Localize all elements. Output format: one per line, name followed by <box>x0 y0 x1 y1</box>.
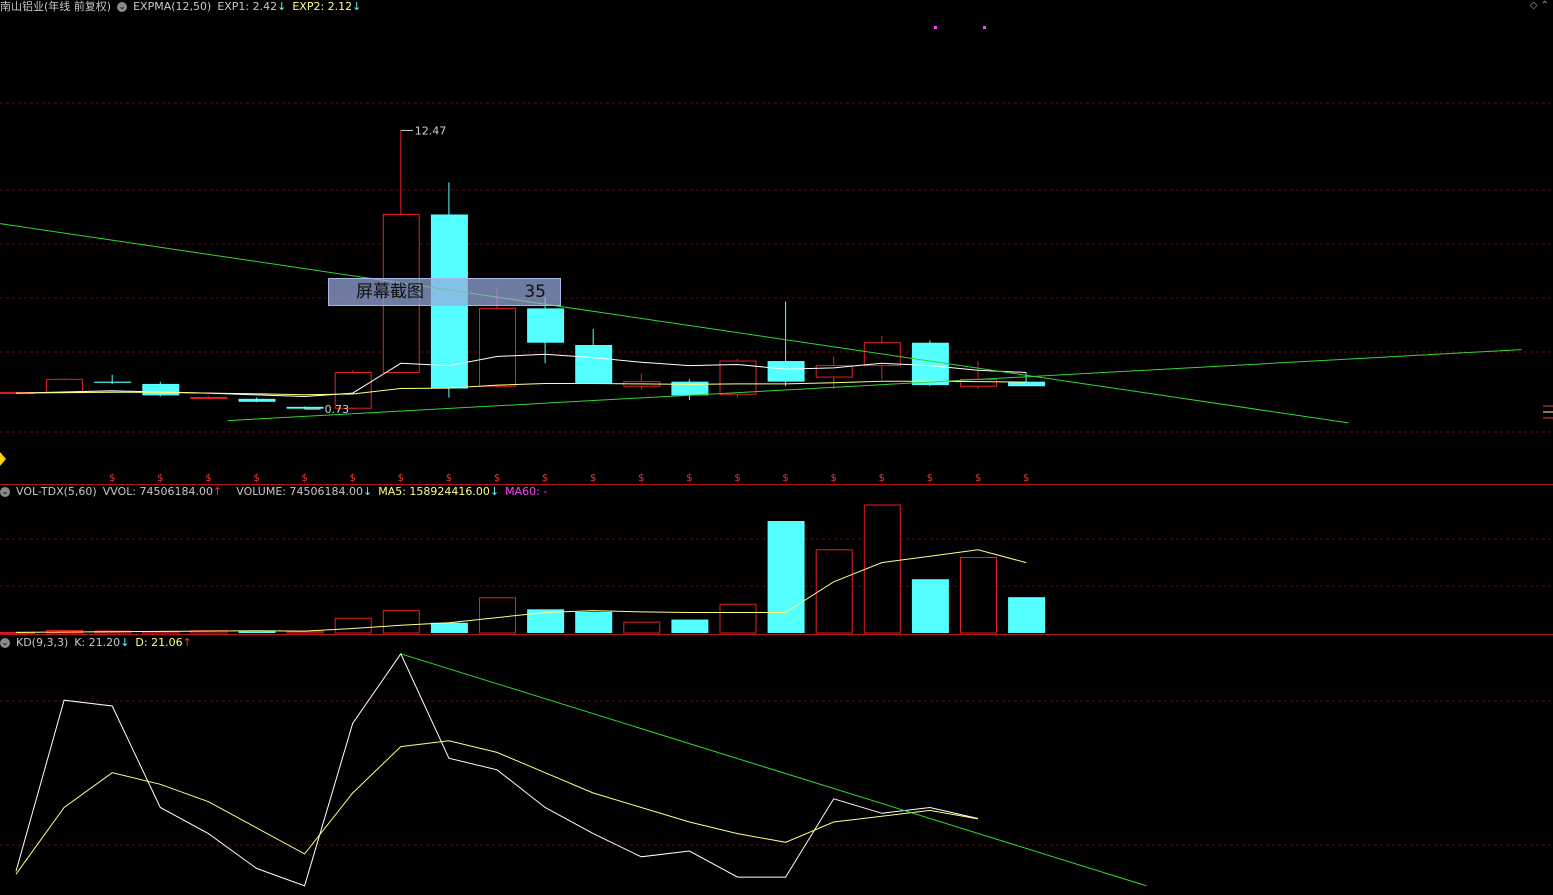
volume-bar <box>575 611 613 633</box>
exp1-arrow: ↓ <box>277 0 287 13</box>
candle-body <box>767 361 805 382</box>
overlay-label: 屏幕截图 <box>356 282 424 302</box>
candle-body <box>575 345 613 384</box>
screenshot-overlay[interactable]: 屏幕截图 35 <box>328 278 561 306</box>
stock-title: 南山铝业(年线 前复权) <box>0 0 112 13</box>
dollar-marker: $ <box>109 473 115 484</box>
dollar-marker: $ <box>205 473 211 484</box>
vol-settings-icon[interactable]: ⌄ <box>0 487 10 497</box>
candle-body <box>815 365 853 378</box>
candle-body <box>479 307 516 387</box>
candle-body <box>238 398 276 402</box>
volume-bar <box>430 622 468 633</box>
candle-body <box>286 406 324 409</box>
exp2-value: EXP2: 2.12 <box>292 0 353 13</box>
dollar-marker: $ <box>542 473 548 484</box>
volume-bar <box>238 631 276 633</box>
kd-header: ⌄ KD(9,3,3) K: 21.20 ↓ D: 21.06 ↑ <box>0 636 198 650</box>
corner-controls[interactable]: ◇ ⌃ <box>1530 0 1549 11</box>
vvol-value: VVOL: 74506184.00 <box>102 485 214 498</box>
candle-body <box>46 378 84 394</box>
dollar-marker: $ <box>975 473 981 484</box>
volume-bar <box>623 621 661 634</box>
vvol-arrow: ↑ <box>213 485 223 498</box>
candle-body <box>911 342 949 386</box>
chart-canvas[interactable]: 12.47 0.73 $ $ $ $ $ $ $ $ $ $ $ $ $ $ $ $ $ $ $ $ <box>0 0 1553 895</box>
dollar-marker: $ <box>350 473 356 484</box>
k-line <box>15 652 979 887</box>
exp2-arrow: ↓ <box>352 0 362 13</box>
ma5-arrow: ↓ <box>489 485 500 498</box>
candle-body <box>190 396 228 399</box>
volume-bar <box>815 549 853 634</box>
volume-bar <box>767 521 805 633</box>
left-nav-icon <box>0 452 6 466</box>
settings-icon[interactable]: ⌄ <box>117 2 128 12</box>
kd-indicator-label[interactable]: KD(9,3,3) <box>16 636 68 650</box>
dollar-marker: $ <box>782 473 788 484</box>
dollar-marker: $ <box>1023 473 1029 484</box>
dollar-marker: $ <box>734 473 740 484</box>
kd-trend-line <box>400 653 1147 887</box>
ma60-dot <box>983 26 986 29</box>
volume-bar <box>286 631 324 634</box>
k-arrow: ↓ <box>120 636 130 649</box>
dollar-marker: $ <box>446 473 452 484</box>
dollar-marker: $ <box>253 473 259 484</box>
low-label: 0.73 <box>325 403 350 416</box>
main-header: 南山铝业(年线 前复权) ⌄ EXPMA(12,50) EXP1: 2.42 ↓… <box>0 0 367 14</box>
volume-bar <box>863 504 901 634</box>
d-arrow: ↑ <box>182 636 192 649</box>
candle-body <box>671 381 709 396</box>
dollar-marker: $ <box>494 473 500 484</box>
ma60-dot <box>934 26 937 29</box>
candle-body <box>527 308 565 343</box>
dollar-marker: $ <box>831 473 837 484</box>
exp1-value: EXP1: 2.42 <box>217 0 278 13</box>
overlay-value: 35 <box>524 282 546 302</box>
volume-arrow: ↓ <box>362 485 373 498</box>
volume-bar <box>911 579 949 633</box>
dollar-marker: $ <box>301 473 307 484</box>
volume-bar <box>479 597 516 634</box>
volume-bar <box>719 603 757 634</box>
expma-label[interactable]: EXPMA(12,50) <box>133 0 211 14</box>
high-label: 12.47 <box>415 124 447 137</box>
ma60-value: MA60: - <box>505 485 548 498</box>
volume-bar <box>334 617 372 634</box>
volume-value: VOLUME: 74506184.00 <box>236 485 363 498</box>
vol-indicator-label[interactable]: VOL-TDX(5,60) <box>16 485 97 499</box>
volume-bar <box>960 556 997 634</box>
volume-bar <box>1008 597 1046 633</box>
dollar-marker: $ <box>927 473 933 484</box>
dollar-marker: $ <box>879 473 885 484</box>
candle-body <box>142 383 180 396</box>
vol-header: ⌄ VOL-TDX(5,60) VVOL: 74506184.00 ↑ VOLU… <box>0 485 553 499</box>
candle-body <box>94 381 132 383</box>
volume-bar <box>382 610 420 634</box>
dollar-marker: $ <box>157 473 163 484</box>
d-value: D: 21.06 <box>135 636 183 649</box>
k-value: K: 21.20 <box>74 636 121 649</box>
dollar-marker: $ <box>686 473 692 484</box>
kd-settings-icon[interactable]: ⌄ <box>0 638 10 648</box>
dollar-marker: $ <box>398 473 404 484</box>
volume-bar <box>671 619 709 633</box>
dollar-marker: $ <box>590 473 596 484</box>
ma5-value: MA5: 158924416.00 <box>378 485 490 498</box>
dollar-marker: $ <box>638 473 644 484</box>
